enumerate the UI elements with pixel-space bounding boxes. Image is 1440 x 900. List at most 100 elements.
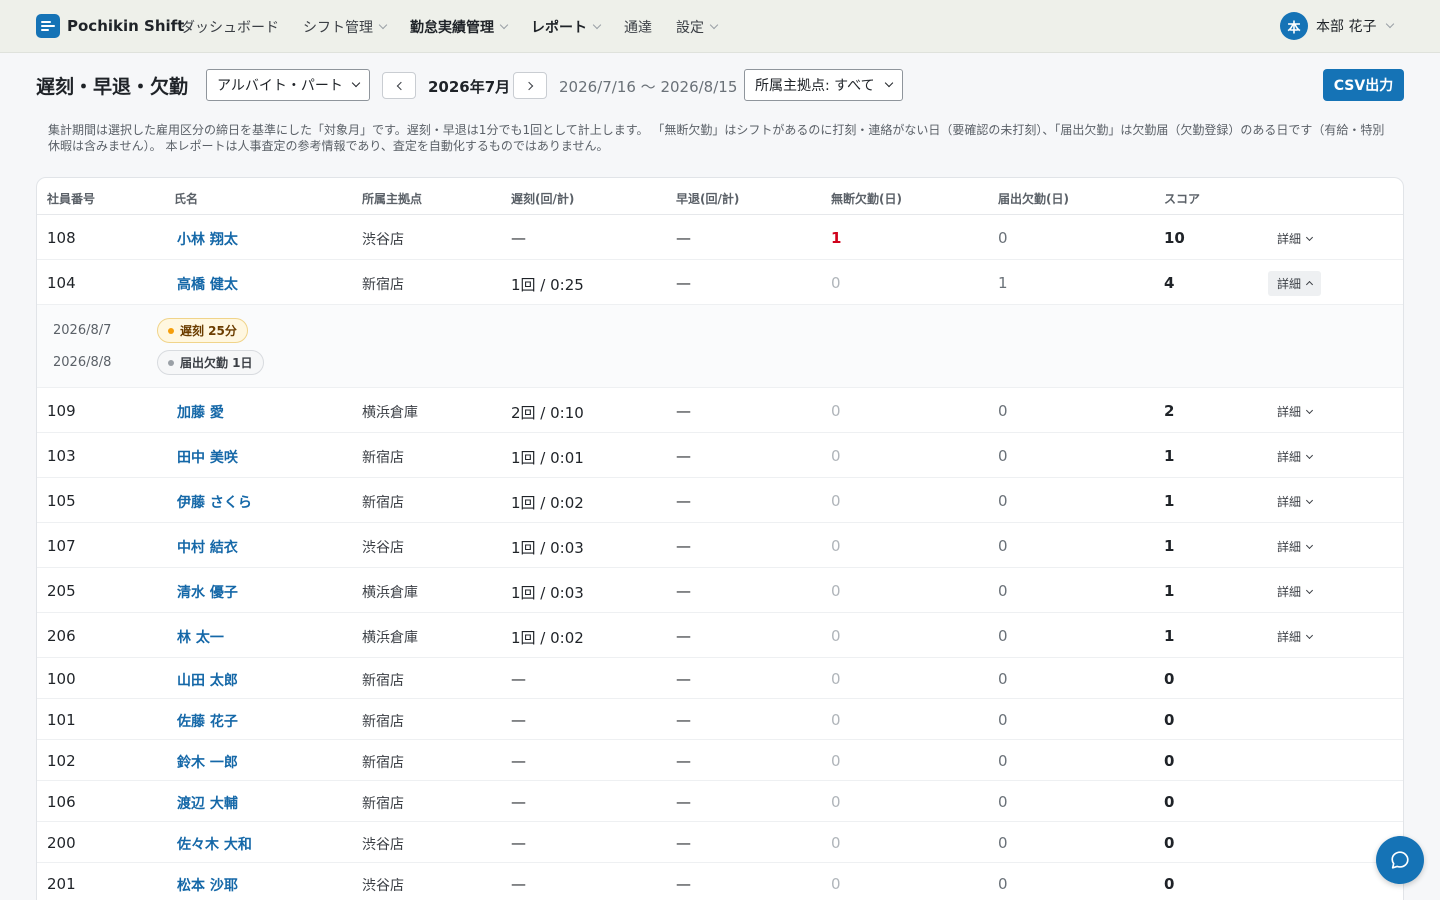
home-base: 新宿店: [362, 495, 404, 511]
nav-item-4[interactable]: 通達: [624, 17, 652, 37]
nav-item-5[interactable]: 設定: [676, 17, 719, 37]
chevron-down-icon: [709, 20, 719, 29]
employee-name-link[interactable]: 加藤 愛: [177, 402, 224, 422]
employee-id: 106: [47, 793, 76, 811]
employee-name-link[interactable]: 佐々木 大和: [177, 834, 252, 854]
employee-name-link[interactable]: 鈴木 一郎: [177, 752, 238, 772]
detail-label: 詳細: [1277, 540, 1302, 554]
table-header: 社員番号 氏名 所属主拠点 遅刻(回/計) 早退(回/計) 無断欠勤(日) 届出欠勤(日) ス…: [37, 178, 1403, 215]
nav-item-label: 勤怠実績管理: [410, 19, 494, 36]
next-month-button[interactable]: [513, 72, 547, 99]
notified-absence: 0: [998, 402, 1008, 420]
detail-toggle-button[interactable]: 詳細: [1268, 489, 1321, 514]
chevron-down-icon: [1305, 233, 1314, 241]
late-count: 1回 / 0:02: [511, 494, 584, 512]
base-filter-select[interactable]: 所属主拠点: すべて: [744, 69, 903, 101]
chevron-down-icon: [592, 20, 602, 29]
unexcused-absence: 0: [831, 627, 841, 645]
event-date: 2026/8/8: [53, 355, 112, 370]
detail-toggle-button[interactable]: 詳細: [1268, 534, 1321, 559]
score: 0: [1164, 793, 1175, 811]
detail-label: 詳細: [1277, 277, 1302, 291]
home-base: 新宿店: [362, 796, 404, 812]
chevron-down-icon: [1305, 406, 1314, 414]
chevron-down-icon: [378, 20, 388, 29]
employee-name-link[interactable]: 佐藤 花子: [177, 711, 238, 731]
employee-id: 108: [47, 229, 76, 247]
chevron-down-icon: [351, 78, 361, 88]
detail-toggle-button[interactable]: 詳細: [1268, 444, 1321, 469]
employee-id: 100: [47, 670, 76, 688]
employee-name-link[interactable]: 中村 結衣: [177, 537, 238, 557]
early-leave-count: —: [676, 274, 691, 292]
employee-name-link[interactable]: 林 太一: [177, 627, 224, 647]
column-header: 氏名: [174, 192, 199, 206]
employee-id: 104: [47, 274, 76, 292]
early-leave-count: —: [676, 447, 691, 465]
home-base: 新宿店: [362, 755, 404, 771]
column-header: 社員番号: [47, 192, 96, 206]
employee-id: 200: [47, 834, 76, 852]
employee-name-link[interactable]: 伊藤 さくら: [177, 492, 252, 512]
detail-toggle-button[interactable]: 詳細: [1268, 399, 1321, 424]
nav-item-2[interactable]: 勤怠実績管理: [410, 17, 509, 37]
late-count: 1回 / 0:25: [511, 276, 584, 294]
chevron-down-icon: [884, 78, 894, 88]
employee-name-link[interactable]: 田中 美咲: [177, 447, 238, 467]
detail-toggle-button[interactable]: 詳細: [1268, 624, 1321, 649]
nav-item-label: 通達: [624, 19, 652, 36]
employee-id: 105: [47, 492, 76, 510]
notified-absence: 0: [998, 627, 1008, 645]
nav-item-label: ダッシュボード: [181, 19, 279, 36]
unexcused-absence: 0: [831, 670, 841, 688]
employee-name-link[interactable]: 小林 翔太: [177, 229, 238, 249]
csv-export-button[interactable]: CSV出力: [1323, 69, 1404, 101]
event-label: 遅刻 25分: [180, 324, 237, 338]
unexcused-absence: 0: [831, 402, 841, 420]
early-leave-count: —: [676, 492, 691, 510]
employee-name-link[interactable]: 渡辺 大輔: [177, 793, 238, 813]
employee-name-link[interactable]: 山田 太郎: [177, 670, 238, 690]
chevron-down-icon: [1305, 586, 1314, 594]
event-date: 2026/8/7: [53, 323, 112, 338]
notified-absence: 0: [998, 229, 1008, 247]
home-base: 新宿店: [362, 714, 404, 730]
employee-name-link[interactable]: 清水 優子: [177, 582, 238, 602]
employee-id: 201: [47, 875, 76, 893]
column-header: 届出欠勤(日): [998, 192, 1069, 206]
user-menu[interactable]: 本 本部 花子: [1280, 12, 1395, 40]
chat-button[interactable]: [1376, 836, 1424, 884]
notified-absence: 0: [998, 834, 1008, 852]
chevron-down-icon: [499, 20, 509, 29]
brand-name: Pochikin Shift: [67, 17, 185, 35]
early-leave-count: —: [676, 834, 691, 852]
nav-item-1[interactable]: シフト管理: [303, 17, 388, 37]
nav-item-0[interactable]: ダッシュボード: [181, 17, 279, 37]
score: 0: [1164, 711, 1175, 729]
chevron-left-icon: [396, 81, 405, 90]
prev-month-button[interactable]: [382, 72, 416, 99]
employment-type-select[interactable]: アルバイト・パート: [206, 69, 370, 101]
early-leave-count: —: [676, 670, 691, 688]
detail-toggle-button[interactable]: 詳細: [1268, 226, 1321, 251]
late-count: —: [511, 834, 526, 852]
user-name: 本部 花子: [1316, 19, 1377, 35]
detail-toggle-button[interactable]: 詳細: [1268, 579, 1321, 604]
base-filter-value: 所属主拠点: すべて: [755, 78, 875, 94]
employee-name-link[interactable]: 松本 沙耶: [177, 875, 238, 895]
table-row: 206 林 太一 横浜倉庫 1回 / 0:02 — 0 0 1 詳細: [37, 613, 1403, 658]
notified-absence: 0: [998, 447, 1008, 465]
row-detail-panel: 2026/8/7 遅刻 25分 2026/8/8 届出欠勤 1日: [37, 305, 1403, 388]
unexcused-absence: 0: [831, 793, 841, 811]
nav-item-3[interactable]: レポート: [531, 17, 602, 37]
unexcused-absence: 0: [831, 582, 841, 600]
detail-label: 詳細: [1277, 495, 1302, 509]
early-leave-count: —: [676, 627, 691, 645]
detail-label: 詳細: [1277, 585, 1302, 599]
score: 4: [1164, 274, 1175, 292]
brand[interactable]: Pochikin Shift: [36, 14, 184, 38]
column-header: スコア: [1164, 192, 1201, 206]
detail-toggle-button[interactable]: 詳細: [1268, 271, 1322, 296]
employee-name-link[interactable]: 高橋 健太: [177, 274, 238, 294]
top-nav: Pochikin Shift ダッシュボード シフト管理 勤怠実績管理 レポート 通達 設…: [0, 0, 1440, 53]
